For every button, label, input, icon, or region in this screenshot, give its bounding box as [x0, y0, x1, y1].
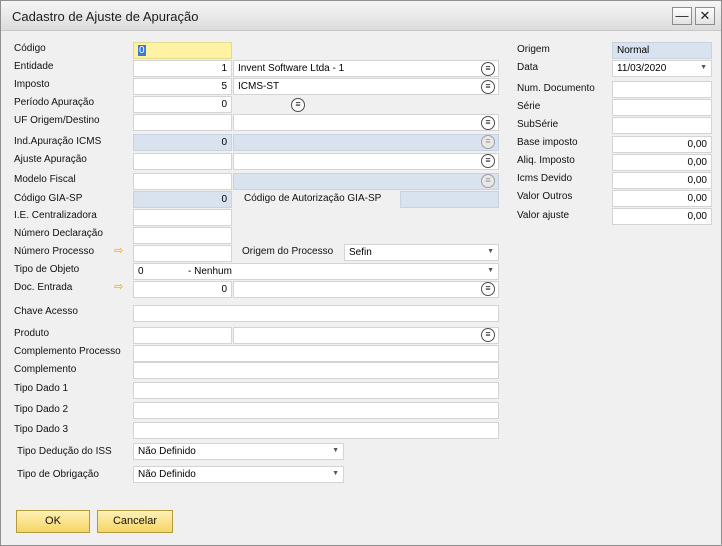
tipo-objeto-label: Tipo de Objeto [14, 264, 80, 275]
doc-entrada-code-field[interactable]: 0 [133, 281, 232, 298]
tipo-dado-3-field[interactable] [133, 422, 499, 439]
tipo-deducao-label: Tipo Dedução do ISS [17, 446, 112, 457]
icms-devido-field[interactable]: 0,00 [612, 172, 712, 189]
ajuste-code-field[interactable] [133, 153, 232, 170]
produto-code-field[interactable] [133, 327, 232, 344]
data-label: Data [517, 62, 539, 73]
doc-entrada-desc-field[interactable] [233, 281, 499, 298]
ind-apuracao-desc-field [233, 134, 499, 151]
aliq-imposto-field[interactable]: 0,00 [612, 154, 712, 171]
tipo-dado-2-label: Tipo Dado 2 [14, 404, 69, 415]
tipo-obrigacao-label: Tipo de Obrigação [17, 469, 99, 480]
tipo-dado-1-field[interactable] [133, 382, 499, 399]
doc-entrada-list-icon[interactable]: ≡ [481, 282, 495, 296]
complemento-processo-label: Complemento Processo [14, 346, 121, 357]
tipo-objeto-desc: - Nenhum [188, 266, 232, 277]
complemento-field[interactable] [133, 362, 499, 379]
title-bar: Cadastro de Ajuste de Apuração — ✕ [1, 1, 721, 31]
close-button[interactable]: ✕ [695, 7, 715, 25]
chave-acesso-label: Chave Acesso [14, 306, 78, 317]
origem-label: Origem [517, 44, 550, 55]
subserie-label: SubSérie [517, 119, 559, 130]
tipo-obrigacao-select[interactable]: Não Definido [133, 466, 344, 483]
produto-label: Produto [14, 328, 50, 339]
numero-processo-label: Número Processo [14, 246, 95, 257]
produto-desc-field[interactable] [233, 327, 499, 344]
minimize-button[interactable]: — [672, 7, 692, 25]
periodo-label: Período Apuração [14, 97, 95, 108]
codigo-gia-field: 0 [133, 191, 232, 208]
imposto-label: Imposto [14, 79, 50, 90]
valor-ajuste-label: Valor ajuste [517, 210, 570, 221]
valor-outros-field[interactable]: 0,00 [612, 190, 712, 207]
tipo-dado-2-field[interactable] [133, 402, 499, 419]
origem-processo-label: Origem do Processo [242, 246, 334, 257]
tipo-dado-1-label: Tipo Dado 1 [14, 383, 69, 394]
serie-label: Série [517, 101, 541, 112]
uf-desc-field[interactable] [233, 114, 499, 131]
modelo-fiscal-desc-field [233, 173, 499, 190]
produto-list-icon[interactable]: ≡ [481, 328, 495, 342]
tipo-dado-3-label: Tipo Dado 3 [14, 424, 69, 435]
valor-outros-label: Valor Outros [517, 191, 573, 202]
numero-declaracao-field[interactable] [133, 227, 232, 244]
ok-button[interactable]: OK [16, 510, 90, 533]
entidade-desc-field[interactable]: Invent Software Ltda - 1 [233, 60, 499, 77]
modelo-fiscal-list-icon: ≡ [481, 174, 495, 188]
complemento-label: Complemento [14, 364, 77, 375]
data-field[interactable]: 11/03/2020 [612, 60, 712, 77]
entidade-list-icon[interactable]: ≡ [481, 62, 495, 76]
tipo-objeto-code: 0 [138, 266, 144, 277]
ajuste-list-icon[interactable]: ≡ [481, 154, 495, 168]
ind-apuracao-label: Ind.Apuração ICMS [14, 136, 102, 147]
periodo-spacer [233, 96, 307, 113]
aliq-imposto-label: Aliq. Imposto [517, 155, 575, 166]
imposto-list-icon[interactable]: ≡ [481, 80, 495, 94]
doc-entrada-label: Doc. Entrada [14, 282, 73, 293]
complemento-processo-field[interactable] [133, 345, 499, 362]
entidade-label: Entidade [14, 61, 54, 72]
modelo-fiscal-label: Modelo Fiscal [14, 174, 76, 185]
ajuste-label: Ajuste Apuração [14, 154, 87, 165]
origem-processo-select[interactable]: Sefin [344, 244, 499, 261]
uf-list-icon[interactable]: ≡ [481, 116, 495, 130]
numero-declaracao-label: Número Declaração [14, 228, 103, 239]
base-imposto-field[interactable]: 0,00 [612, 136, 712, 153]
cancel-button[interactable]: Cancelar [97, 510, 173, 533]
serie-field[interactable] [612, 99, 712, 116]
cod-autorizacao-field [400, 191, 499, 208]
codigo-gia-label: Código GIA-SP [14, 193, 83, 204]
periodo-field[interactable]: 0 [133, 96, 232, 113]
tipo-deducao-select[interactable]: Não Definido [133, 443, 344, 460]
ie-centralizadora-field[interactable] [133, 209, 232, 226]
codigo-value: 0 [138, 45, 146, 56]
tipo-objeto-select[interactable]: 0 - Nenhum [133, 263, 499, 280]
base-imposto-label: Base imposto [517, 137, 578, 148]
window-title: Cadastro de Ajuste de Apuração [12, 9, 199, 24]
dialog-window: Cadastro de Ajuste de Apuração — ✕ Códig… [0, 0, 722, 546]
subserie-field[interactable] [612, 117, 712, 134]
codigo-label: Código [14, 43, 46, 54]
uf-label: UF Origem/Destino [14, 115, 100, 126]
entidade-code-field[interactable]: 1 [133, 60, 232, 77]
num-documento-field[interactable] [612, 81, 712, 98]
imposto-code-field[interactable]: 5 [133, 78, 232, 95]
ie-centralizadora-label: I.E. Centralizadora [14, 210, 97, 221]
ind-apuracao-list-icon: ≡ [481, 135, 495, 149]
ind-apuracao-code-field: 0 [133, 134, 232, 151]
cod-autorizacao-label: Código de Autorização GIA-SP [244, 193, 382, 204]
icms-devido-label: Icms Devido [517, 173, 573, 184]
doc-entrada-link-arrow-icon[interactable]: ⇨ [114, 280, 123, 293]
uf-code-field[interactable] [133, 114, 232, 131]
valor-ajuste-field[interactable]: 0,00 [612, 208, 712, 225]
chave-acesso-field[interactable] [133, 305, 499, 322]
codigo-field[interactable]: 0 [133, 42, 232, 59]
origem-field: Normal [612, 42, 712, 59]
numero-processo-link-arrow-icon[interactable]: ⇨ [114, 244, 123, 257]
ajuste-desc-field[interactable] [233, 153, 499, 170]
imposto-desc-field[interactable]: ICMS-ST [233, 78, 499, 95]
num-documento-label: Num. Documento [517, 83, 595, 94]
numero-processo-field[interactable] [133, 245, 232, 262]
modelo-fiscal-code-field[interactable] [133, 173, 232, 190]
